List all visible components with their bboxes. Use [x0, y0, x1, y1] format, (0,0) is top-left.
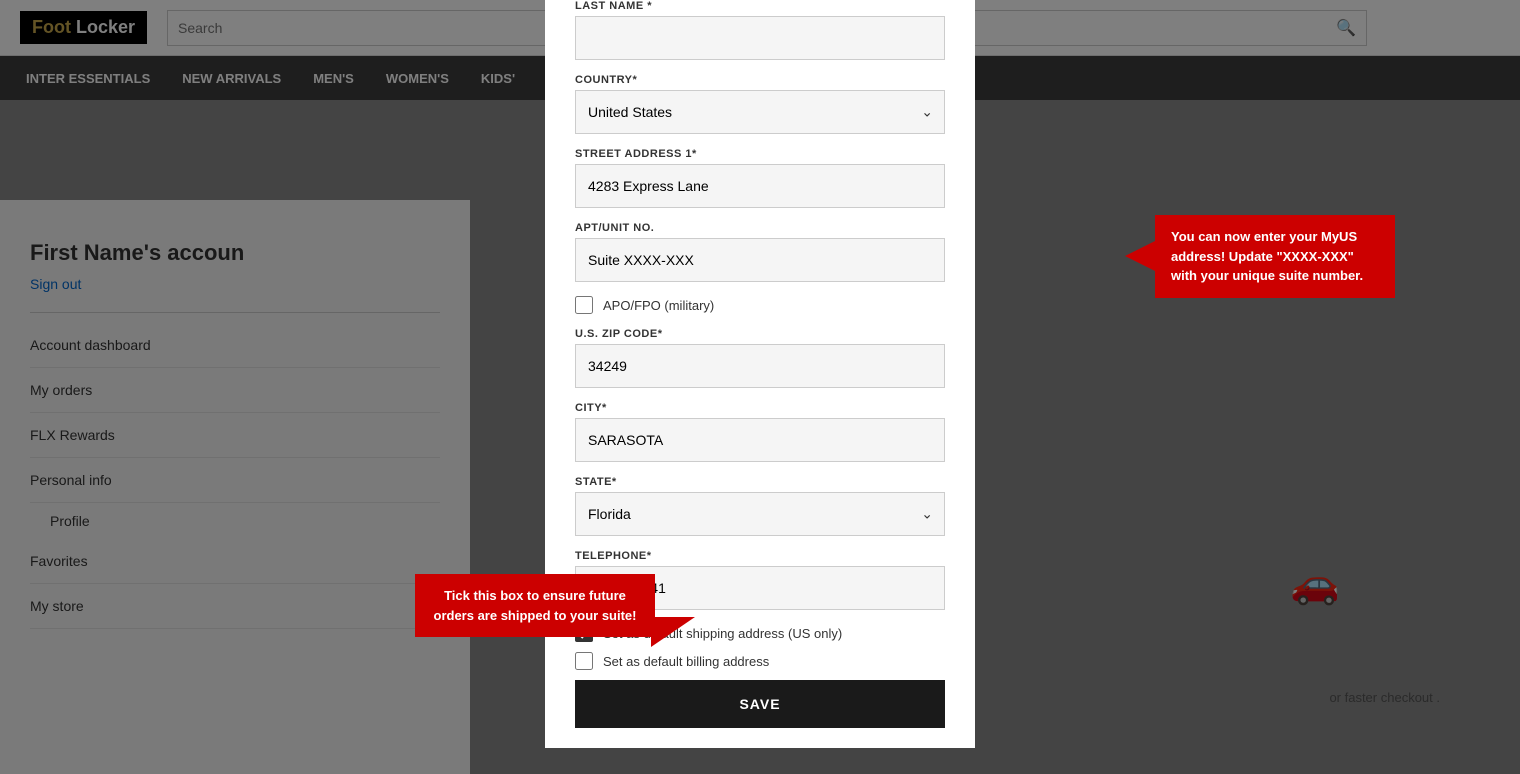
apo-fpo-label: APO/FPO (military): [603, 298, 714, 313]
street-address-input[interactable]: [575, 164, 945, 208]
city-input[interactable]: [575, 418, 945, 462]
state-group: STATE* Florida ⌄: [575, 476, 945, 536]
callout-default-shipping: Tick this box to ensure future orders ar…: [415, 574, 655, 637]
default-billing-label: Set as default billing address: [603, 654, 769, 669]
state-select-wrapper: Florida ⌄: [575, 492, 945, 536]
city-group: CITY*: [575, 402, 945, 462]
last-name-input[interactable]: [575, 16, 945, 60]
country-select-wrapper: United States ⌄: [575, 90, 945, 134]
country-label: COUNTRY*: [575, 74, 945, 86]
state-select[interactable]: Florida: [575, 492, 945, 536]
apo-fpo-checkbox[interactable]: [575, 296, 593, 314]
save-button[interactable]: SAVE: [575, 680, 945, 728]
apo-fpo-row: APO/FPO (military): [575, 296, 945, 314]
last-name-group: LAST NAME *: [575, 0, 945, 60]
city-label: CITY*: [575, 402, 945, 414]
apt-unit-group: APT/UNIT NO.: [575, 222, 945, 282]
apt-unit-input[interactable]: [575, 238, 945, 282]
telephone-label: TELEPHONE*: [575, 550, 945, 562]
zip-code-label: U.S. ZIP CODE*: [575, 328, 945, 340]
apt-unit-label: APT/UNIT NO.: [575, 222, 945, 234]
street-address-label: STREET ADDRESS 1*: [575, 148, 945, 160]
default-billing-row: Set as default billing address: [575, 652, 945, 670]
country-select[interactable]: United States: [575, 90, 945, 134]
callout-left-text: Tick this box to ensure future orders ar…: [434, 588, 637, 623]
zip-code-group: U.S. ZIP CODE*: [575, 328, 945, 388]
zip-code-input[interactable]: [575, 344, 945, 388]
state-label: STATE*: [575, 476, 945, 488]
street-address-group: STREET ADDRESS 1*: [575, 148, 945, 208]
default-billing-checkbox[interactable]: [575, 652, 593, 670]
country-group: COUNTRY* United States ⌄: [575, 74, 945, 134]
callout-right-text: You can now enter your MyUS address! Upd…: [1171, 229, 1363, 283]
callout-suite-number: You can now enter your MyUS address! Upd…: [1155, 215, 1395, 298]
last-name-label: LAST NAME *: [575, 0, 945, 12]
